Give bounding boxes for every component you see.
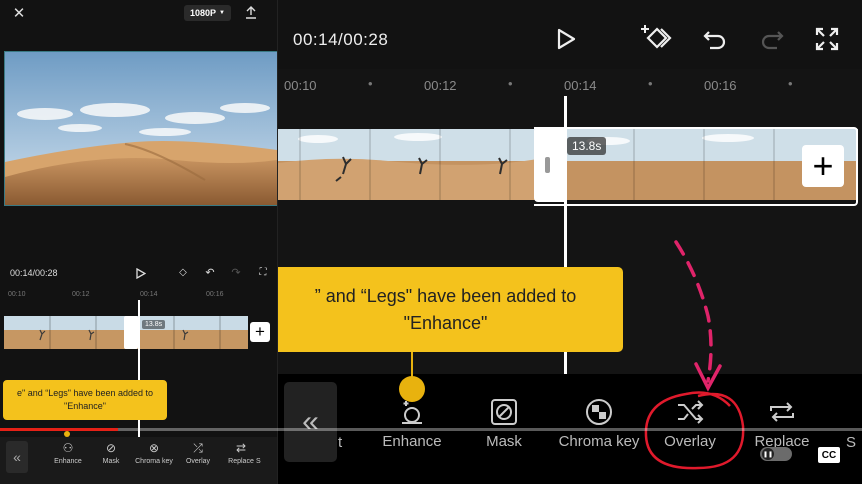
close-icon[interactable]: ✕: [10, 5, 28, 22]
ruler-dot: •: [368, 76, 373, 91]
ruler-dot: •: [788, 76, 793, 91]
play-icon[interactable]: [553, 26, 579, 52]
clip-duration: 13.8s: [567, 137, 607, 155]
redo-icon[interactable]: [758, 25, 786, 53]
collapse-toolbar-button[interactable]: «: [284, 382, 337, 462]
add-clip-button[interactable]: +: [250, 322, 270, 342]
play-icon[interactable]: [134, 266, 148, 280]
resolution-selector[interactable]: 1080P ▼: [184, 5, 231, 21]
replace-icon: ⇄: [235, 441, 247, 455]
ruler-tick: 00:14: [564, 78, 597, 93]
tool-mask[interactable]: ⊘ Mask: [91, 441, 131, 465]
tooltip-connector: [411, 352, 413, 378]
resolution-label: 1080P: [190, 8, 217, 18]
clip-trim-handle[interactable]: [534, 127, 564, 202]
tooltip-text: e" and “Legs" have been added to "Enhanc…: [17, 388, 153, 411]
keyframe-icon[interactable]: ◇: [176, 265, 190, 279]
tool-replace[interactable]: Replace: [748, 395, 816, 450]
tool-enhance[interactable]: ⚇ Enhance: [48, 441, 88, 465]
playback-time: 00:14/00:28: [10, 268, 58, 278]
tool-enhance[interactable]: Enhance: [378, 395, 446, 450]
add-clip-button[interactable]: +: [802, 145, 844, 187]
playback-time: 00:14/00:28: [293, 30, 389, 49]
zoomed-editor-view: 00:14/00:28 00:10 • 00:12 • 00:14 • 00:1…: [278, 0, 862, 484]
tooltip-line-1: ” and “Legs" have been added to: [314, 286, 577, 306]
undo-icon[interactable]: [701, 25, 729, 53]
fullscreen-icon[interactable]: [813, 25, 841, 53]
ruler-tick: 00:16: [206, 291, 224, 298]
export-icon[interactable]: [243, 4, 259, 20]
fullscreen-icon[interactable]: ⛶: [256, 265, 270, 279]
tooltip: ” and “Legs" have been added to "Enhance…: [278, 267, 623, 352]
mask-icon: ⊘: [105, 441, 117, 455]
video-progress-bar[interactable]: [0, 428, 862, 431]
tool-chroma-key[interactable]: ⊗ Chroma key: [134, 441, 174, 465]
ruler-tick: 00:12: [424, 78, 457, 93]
tool-mask[interactable]: Mask: [470, 395, 538, 450]
ruler-tick: 00:14: [140, 291, 158, 298]
undo-icon[interactable]: ↶: [203, 265, 217, 279]
tool-partial[interactable]: S: [256, 441, 276, 465]
ruler-dot: •: [508, 76, 513, 91]
tool-partial-label: t: [338, 434, 343, 451]
clip-duration: 13.8s: [142, 320, 166, 329]
chroma-key-icon: [556, 395, 642, 429]
chroma-key-icon: ⊗: [148, 441, 160, 455]
ruler-dot: •: [648, 76, 653, 91]
video-preview: [4, 51, 277, 206]
tool-replace[interactable]: ⇄ Replace: [221, 441, 261, 465]
replace-icon: [748, 395, 816, 429]
tool-partial-s: S: [846, 434, 857, 451]
tooltip: e" and “Legs" have been added to "Enhanc…: [3, 380, 167, 420]
small-editor-view: ✕ 1080P ▼ 00:14/00:28 ◇ ↶ ↷ ⛶ 00:10 00:1…: [0, 0, 278, 484]
timeline-ruler: 00:10 • 00:12 • 00:14 • 00:16 •: [278, 69, 862, 99]
annotation-arrow-and-circle: [644, 240, 745, 470]
video-progress-fill: [0, 428, 118, 431]
mask-icon: [470, 395, 538, 429]
ruler-tick: 00:10: [284, 78, 317, 93]
ruler-tick: 00:12: [72, 291, 90, 298]
captions-button[interactable]: CC: [818, 447, 840, 463]
tool-chroma-key[interactable]: Chroma key: [556, 395, 642, 450]
collapse-toolbar-button[interactable]: «: [6, 441, 28, 473]
clip-trim-handle[interactable]: [124, 316, 138, 349]
keyframe-icon[interactable]: [639, 22, 673, 54]
enhance-icon: ⚇: [62, 441, 74, 455]
pause-icon: ❚❚: [762, 448, 774, 460]
overlay-icon: ⤮: [193, 441, 203, 455]
tool-overlay[interactable]: ⤮ Overlay: [178, 441, 218, 465]
ruler-tick: 00:10: [8, 291, 26, 298]
enhance-icon: [378, 395, 446, 429]
ruler-tick: 00:16: [704, 78, 737, 93]
tooltip-line-2: "Enhance": [403, 313, 488, 333]
redo-icon[interactable]: ↷: [229, 265, 243, 279]
caret-down-icon: ▼: [219, 10, 225, 16]
